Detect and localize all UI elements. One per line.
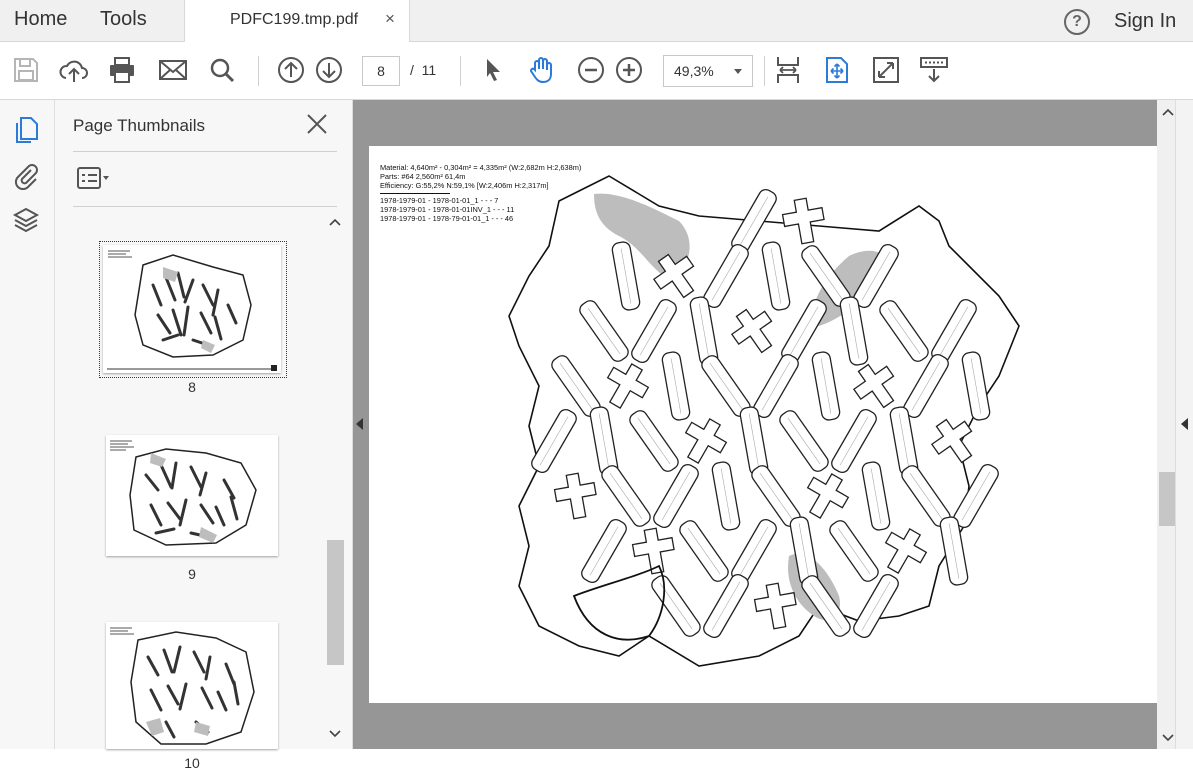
total-pages: 11	[421, 62, 437, 78]
divider	[73, 151, 337, 152]
toolbar-separator	[764, 56, 765, 86]
zoom-value: 49,3%	[674, 63, 714, 79]
close-tab-icon[interactable]: ×	[385, 9, 395, 29]
divider	[73, 206, 337, 207]
toolbar: 8 / 11 49,3%	[0, 42, 1193, 100]
info-divider	[380, 193, 450, 194]
thumbnail-page-8[interactable]	[103, 245, 281, 373]
thumbnail-page-9[interactable]	[106, 435, 278, 556]
left-tool-rail	[0, 100, 55, 749]
help-icon[interactable]: ?	[1064, 9, 1090, 35]
toolbar-separator	[460, 56, 461, 86]
thumbnail-label: 10	[184, 755, 200, 771]
fullscreen-icon[interactable]	[870, 54, 902, 86]
page-thumbnails-icon[interactable]	[12, 115, 40, 145]
panel-title: Page Thumbnails	[73, 116, 205, 135]
fit-width-icon[interactable]	[772, 54, 804, 86]
sign-in-button[interactable]: Sign In	[1114, 10, 1176, 33]
next-page-icon[interactable]	[313, 54, 345, 86]
hide-nesting-drawing	[508, 175, 1020, 667]
collapse-left-panel-icon[interactable]	[356, 418, 364, 430]
expand-right-panel-icon[interactable]	[1181, 418, 1189, 430]
scroll-up-icon[interactable]	[329, 218, 341, 226]
document-tab[interactable]: PDFC199.tmp.pdf ×	[184, 0, 410, 42]
zoom-in-icon[interactable]	[613, 54, 645, 86]
top-menu-bar: Home Tools PDFC199.tmp.pdf × ? Sign In	[0, 0, 1193, 42]
page-number-input[interactable]: 8	[362, 56, 400, 86]
fit-page-icon[interactable]	[821, 54, 853, 86]
scroll-down-icon[interactable]	[1162, 734, 1174, 742]
hand-tool-icon[interactable]	[526, 54, 558, 86]
email-icon[interactable]	[157, 54, 189, 86]
attachment-icon[interactable]	[12, 160, 40, 190]
thumbnail-preview	[110, 627, 255, 745]
print-icon[interactable]	[106, 54, 138, 86]
scroll-up-icon[interactable]	[1162, 108, 1174, 116]
zoom-dropdown[interactable]: 49,3%	[663, 55, 753, 87]
thumbnail-preview	[110, 440, 257, 546]
document-tab-title: PDFC199.tmp.pdf	[230, 11, 359, 28]
page-total: / 11	[410, 62, 436, 78]
layers-icon[interactable]	[12, 206, 40, 236]
chevron-down-icon	[734, 69, 742, 74]
scrollbar-thumb[interactable]	[327, 540, 344, 665]
upload-icon[interactable]	[58, 54, 90, 86]
tools-menu[interactable]: Tools	[100, 8, 147, 31]
read-mode-icon[interactable]	[918, 54, 950, 86]
thumbnail-label: 9	[188, 566, 196, 582]
thumbnail-scrollbar[interactable]	[325, 210, 345, 749]
zoom-out-icon[interactable]	[575, 54, 607, 86]
thumbnail-options-icon[interactable]	[76, 166, 112, 190]
page-thumbnails-panel: Page Thumbnails 8 9 10	[55, 100, 353, 771]
page-separator: /	[410, 62, 414, 78]
prev-page-icon[interactable]	[275, 54, 307, 86]
pdf-page: Material: 4,640m² - 0,304m² = 4,335m² (W…	[369, 146, 1157, 703]
scroll-down-icon[interactable]	[329, 730, 341, 738]
select-cursor-icon[interactable]	[477, 54, 509, 86]
close-icon[interactable]	[306, 113, 328, 135]
toolbar-separator	[258, 56, 259, 86]
home-menu[interactable]: Home	[14, 8, 67, 31]
right-panel-toggle[interactable]	[1175, 100, 1193, 749]
save-icon[interactable]	[10, 54, 42, 86]
search-icon[interactable]	[206, 54, 238, 86]
thumbnail-label: 8	[188, 379, 196, 395]
thumbnail-page-10[interactable]	[106, 622, 278, 749]
thumbnail-preview	[107, 249, 277, 371]
